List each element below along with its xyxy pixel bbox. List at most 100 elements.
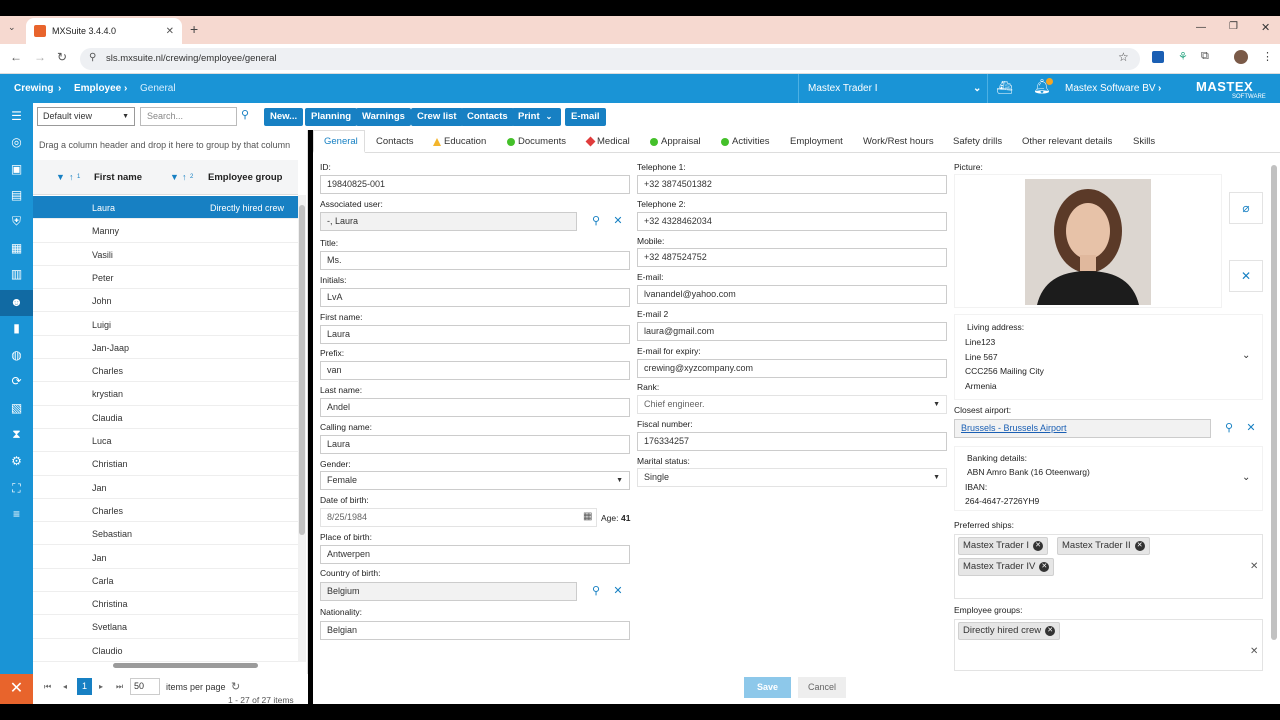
filter-icon[interactable]: ▼ xyxy=(170,172,179,182)
clear-icon[interactable]: ✕ xyxy=(1242,419,1260,437)
maximize-icon[interactable]: ❐ xyxy=(1229,21,1238,32)
table-row[interactable]: Luigi xyxy=(33,313,298,336)
column-first-name[interactable]: First name xyxy=(94,172,142,183)
chevron-down-icon[interactable]: ⌄ xyxy=(1242,350,1250,361)
mobile-field[interactable]: +32 487524752 xyxy=(637,248,947,267)
remove-chip-icon[interactable]: ✕ xyxy=(1033,541,1043,551)
ship-chip[interactable]: Mastex Trader I ✕ xyxy=(958,537,1048,555)
view-select[interactable]: Default view ▼ xyxy=(37,107,135,126)
clear-icon[interactable]: ✕ xyxy=(609,582,627,600)
reports-icon[interactable]: ▤ xyxy=(8,187,25,204)
browser-tab[interactable]: MXSuite 3.4.4.0 ✕ xyxy=(26,18,182,44)
breadcrumb-crewing[interactable]: Crewing xyxy=(14,83,53,94)
close-window-icon[interactable]: ✕ xyxy=(1261,21,1270,34)
save-button[interactable]: Save xyxy=(744,677,791,698)
cob-field[interactable]: Belgium xyxy=(320,582,577,601)
first-name-field[interactable]: Laura xyxy=(320,325,630,344)
table-row[interactable]: Claudio xyxy=(33,639,298,662)
dob-field[interactable]: 8/25/1984 xyxy=(320,508,597,527)
table-row[interactable]: Manny xyxy=(33,219,298,243)
email-expiry-field[interactable]: crewing@xyzcompany.com xyxy=(637,359,947,378)
calling-name-field[interactable]: Laura xyxy=(320,435,630,454)
table-row[interactable]: Jan xyxy=(33,546,298,569)
mxsuite-logo-icon[interactable]: ✕ xyxy=(0,674,33,704)
fiscal-field[interactable]: 176334257 xyxy=(637,432,947,451)
company-selector[interactable]: Mastex Software BV xyxy=(1065,83,1156,94)
pob-field[interactable]: Antwerpen xyxy=(320,545,630,564)
table-row[interactable]: Peter xyxy=(33,266,298,290)
contacts-button[interactable]: Contacts xyxy=(461,108,514,126)
inventory-icon[interactable]: ▦ xyxy=(8,240,25,257)
page-size-select[interactable]: 50 xyxy=(130,678,160,695)
table-row[interactable]: Christian xyxy=(33,452,298,476)
site-info-icon[interactable]: ⚲ xyxy=(89,52,96,63)
browser-menu-icon[interactable]: ⋮ xyxy=(1262,50,1273,63)
breadcrumb-employee[interactable]: Employee xyxy=(74,83,121,94)
fullscreen-icon[interactable]: ⛶ xyxy=(8,480,25,497)
remove-chip-icon[interactable]: ✕ xyxy=(1039,562,1050,572)
search-icon[interactable]: ⚲ xyxy=(587,582,605,600)
title-field[interactable]: Ms. xyxy=(320,251,630,270)
id-field[interactable]: 19840825-001 xyxy=(320,175,630,194)
tab-skills[interactable]: Skills xyxy=(1133,136,1155,147)
settings-gear-icon[interactable]: ⚙ xyxy=(8,453,25,470)
gender-select[interactable]: Female ▼ xyxy=(320,471,630,490)
nationality-field[interactable]: Belgian xyxy=(320,621,630,640)
tab-general[interactable]: General xyxy=(324,136,358,147)
extensions-puzzle-icon[interactable]: ⧉ xyxy=(1201,50,1209,63)
column-employee-group[interactable]: Employee group xyxy=(208,172,282,183)
minimize-icon[interactable]: — xyxy=(1196,22,1206,33)
clear-all-icon[interactable]: ✕ xyxy=(1250,646,1258,657)
associated-user-field[interactable]: -, Laura xyxy=(320,212,577,231)
calendar-icon[interactable]: ▦ xyxy=(583,511,592,522)
tab-work-rest-hours[interactable]: Work/Rest hours xyxy=(863,136,934,147)
remove-picture-button[interactable]: ✕ xyxy=(1229,260,1263,292)
email-field[interactable]: lvanandel@yahoo.com xyxy=(637,285,947,304)
menu-icon[interactable]: ☰ xyxy=(8,108,25,125)
tel2-field[interactable]: +32 4328462034 xyxy=(637,212,947,231)
prev-page-icon[interactable]: ◂ xyxy=(63,682,67,691)
tab-list-icon[interactable]: ⌄ xyxy=(8,22,16,33)
crew-list-button[interactable]: Crew list xyxy=(411,108,463,126)
search-icon[interactable]: ⚲ xyxy=(587,212,605,230)
crewing-icon[interactable]: ☻ xyxy=(8,294,25,311)
tab-other-details[interactable]: Other relevant details xyxy=(1022,136,1112,147)
sort-asc-icon[interactable]: ↑ xyxy=(182,172,187,182)
current-page[interactable]: 1 xyxy=(77,678,92,695)
planning-button[interactable]: Planning xyxy=(305,108,358,126)
tab-activities[interactable]: Activities xyxy=(721,136,769,147)
group-chip[interactable]: Directly hired crew ✕ xyxy=(958,622,1061,640)
table-row[interactable]: Luca xyxy=(33,429,298,453)
purchase-icon[interactable]: ▮ xyxy=(8,320,25,337)
marital-select[interactable]: Single ▼ xyxy=(637,468,947,487)
tab-appraisal[interactable]: Appraisal xyxy=(650,136,701,147)
clear-icon[interactable]: ✕ xyxy=(609,212,627,230)
table-row[interactable]: Carla xyxy=(33,569,298,593)
bookmark-star-icon[interactable]: ☆ xyxy=(1118,50,1129,64)
new-button[interactable]: New... xyxy=(264,108,304,126)
table-row[interactable]: Vasili xyxy=(33,243,298,266)
next-page-icon[interactable]: ▸ xyxy=(99,682,103,691)
translate-icon[interactable]: ⚘ xyxy=(1178,50,1188,63)
sort-asc-icon[interactable]: ↑ xyxy=(69,172,74,182)
ship-icon[interactable]: ⛴ xyxy=(996,80,1013,96)
ship-chip[interactable]: Mastex Trader IV ✕ xyxy=(958,558,1055,576)
tab-education[interactable]: Education xyxy=(433,136,486,147)
email2-field[interactable]: laura@gmail.com xyxy=(637,322,947,341)
profile-avatar[interactable] xyxy=(1234,50,1248,64)
new-tab-icon[interactable]: + xyxy=(190,21,198,37)
warnings-button[interactable]: Warnings xyxy=(356,108,411,126)
cancel-button[interactable]: Cancel xyxy=(798,677,846,698)
refresh-icon[interactable]: ↻ xyxy=(231,680,240,693)
last-page-icon[interactable]: ⏭ xyxy=(116,682,123,692)
rank-select[interactable]: Chief engineer. ▼ xyxy=(637,395,947,414)
attach-picture-button[interactable]: ⌀ xyxy=(1229,192,1263,224)
library-icon[interactable]: ▥ xyxy=(8,266,25,283)
clear-all-icon[interactable]: ✕ xyxy=(1250,561,1258,572)
tab-contacts[interactable]: Contacts xyxy=(376,136,414,147)
airport-link[interactable]: Brussels - Brussels Airport xyxy=(954,419,1211,438)
sync-icon[interactable]: ⟳ xyxy=(8,373,25,390)
remove-chip-icon[interactable]: ✕ xyxy=(1045,626,1056,636)
initials-field[interactable]: LvA xyxy=(320,288,630,307)
table-row[interactable]: krystian xyxy=(33,382,298,406)
